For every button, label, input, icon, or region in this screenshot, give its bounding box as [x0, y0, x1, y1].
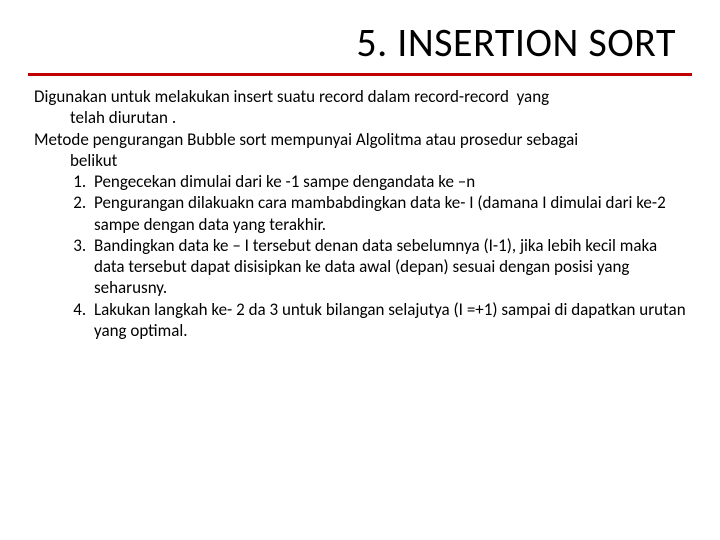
- list-item: Pengurangan dilakuakn cara mambabdingkan…: [90, 192, 686, 235]
- title-underline: [28, 73, 692, 76]
- slide: 5. INSERTION SORT Digunakan untuk melaku…: [0, 0, 720, 540]
- slide-title: 5. INSERTION SORT: [28, 18, 692, 71]
- intro-cont-1: telah diurutan .: [34, 107, 686, 128]
- steps-list: Pengecekan dimulai dari ke -1 sampe deng…: [34, 171, 686, 341]
- intro-paragraph-1: Digunakan untuk melakukan insert suatu r…: [34, 86, 686, 129]
- intro-cont-2: belikut: [34, 150, 686, 171]
- list-item: Pengecekan dimulai dari ke -1 sampe deng…: [90, 171, 686, 192]
- slide-body: Digunakan untuk melakukan insert suatu r…: [28, 86, 692, 341]
- intro-text-1: Digunakan untuk melakukan insert suatu r…: [34, 86, 549, 107]
- list-item: Bandingkan data ke – I tersebut denan da…: [90, 235, 686, 299]
- intro-text-2: Metode pengurangan Bubble sort mempunyai…: [34, 129, 578, 150]
- list-item: Lakukan langkah ke- 2 da 3 untuk bilanga…: [90, 299, 686, 342]
- intro-paragraph-2: Metode pengurangan Bubble sort mempunyai…: [34, 129, 686, 172]
